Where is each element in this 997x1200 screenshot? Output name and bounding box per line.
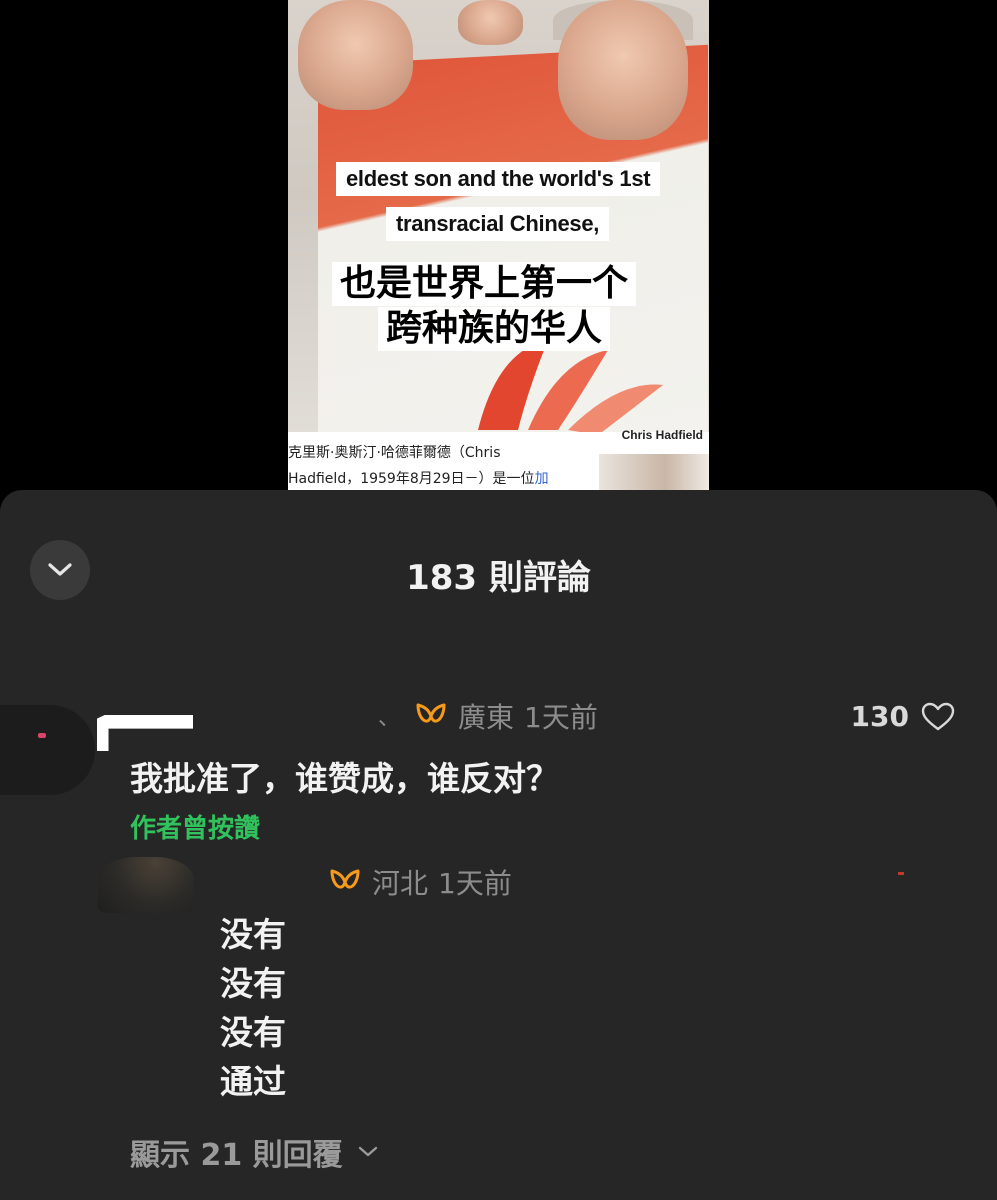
comment-line: 没有 xyxy=(220,964,286,1003)
comment-line: 没有 xyxy=(220,915,286,954)
comment-time: 1天前 xyxy=(438,867,512,900)
wiki-line2: Hadfield，1959年8月29日－）是一位加 xyxy=(288,471,549,487)
avatar[interactable] xyxy=(0,705,95,795)
wiki-line1: 克里斯·奥斯汀·哈德菲爾德（Chris xyxy=(288,445,501,461)
subtitle-en-line2: transracial Chinese, xyxy=(386,207,610,241)
person-face-right xyxy=(558,0,688,140)
subtitle-en-line1: eldest son and the world's 1st xyxy=(336,162,661,196)
like-control[interactable]: 130 xyxy=(851,700,955,733)
threads-brand-icon xyxy=(416,703,446,723)
wiki-text: 克里斯·奥斯汀·哈德菲爾德（Chris Hadfield，1959年8月29日－… xyxy=(288,440,578,490)
username-redacted[interactable] xyxy=(97,715,193,751)
person-face-middle xyxy=(458,0,523,45)
chevron-down-icon xyxy=(358,1146,377,1157)
comment-text: 我批准了，谁赞成，谁反对？ xyxy=(130,759,559,798)
threads-brand-icon xyxy=(330,869,360,889)
avatar[interactable] xyxy=(98,857,194,913)
show-replies-label: 顯示 21 則回覆 xyxy=(130,1138,343,1173)
wiki-snippet: Chris Hadfield 克里斯·奥斯汀·哈德菲爾德（Chris Hadfi… xyxy=(288,428,709,490)
separator: 、 xyxy=(378,706,401,731)
comment-time: 1天前 xyxy=(524,701,598,734)
comment-location: 廣東 xyxy=(458,701,515,734)
author-liked-badge: 作者曾按讚 xyxy=(130,814,261,844)
show-replies-button[interactable]: 顯示 21 則回覆 xyxy=(130,1130,379,1174)
comment-line: 通过 xyxy=(220,1062,286,1101)
wiki-thumbnail xyxy=(599,454,709,490)
wiki-caption: Chris Hadfield xyxy=(621,428,703,442)
comment-text: 没有 没有 没有 通过 xyxy=(220,910,286,1106)
person-face-left xyxy=(298,0,413,110)
wiki-link[interactable]: 加 xyxy=(535,471,549,487)
heart-icon[interactable] xyxy=(921,702,955,732)
subtitle-zh-line2: 跨种族的华人 xyxy=(378,307,611,351)
like-count: 130 xyxy=(850,700,909,733)
comment-location: 河北 xyxy=(372,867,429,900)
subtitle-zh-line1: 也是世界上第一个 xyxy=(332,262,637,306)
video-frame[interactable]: eldest son and the world's 1st transraci… xyxy=(288,0,709,490)
comments-sheet: 183 則評論 、 廣東 1天前 130 我批准了，谁赞成，谁反对？ 作者曾按讚… xyxy=(0,490,997,1200)
video-area[interactable]: eldest son and the world's 1st transraci… xyxy=(0,0,997,490)
comments-count-title: 183 則評論 xyxy=(406,558,591,598)
comment-meta: 河北 1天前 xyxy=(328,862,512,902)
comment-line: 没有 xyxy=(220,1013,286,1052)
comment-meta: 、 廣東 1天前 xyxy=(378,696,598,736)
